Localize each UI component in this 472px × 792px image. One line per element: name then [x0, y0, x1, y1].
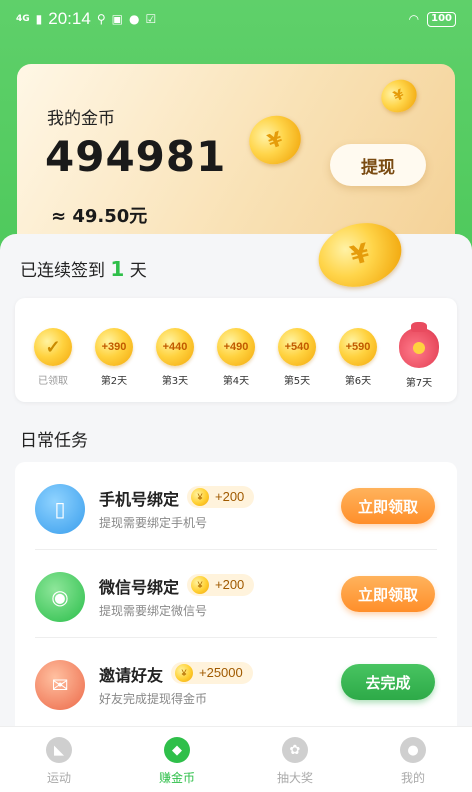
task-row: ✉ 邀请好友 ¥ +25000 好友完成提现得金币 去完成 — [15, 638, 457, 726]
nav-label: 赚金币 — [158, 771, 195, 785]
nav-item-lottery[interactable]: ✿ 抽大奖 — [236, 727, 354, 792]
claim-button[interactable]: 立即领取 — [341, 576, 435, 612]
checkin-day-label: 第2天 — [100, 376, 128, 387]
coin-icon: ¥ — [191, 488, 209, 506]
task-name: 微信号绑定 — [99, 578, 180, 597]
checkin-day-5[interactable]: +540 第5天 — [267, 328, 327, 387]
checkin-day-7[interactable]: 第7天 — [389, 322, 449, 389]
nav-item-earn-coins[interactable]: ◆ 赚金币 — [118, 727, 236, 792]
coin-icon: ¥ — [175, 664, 193, 682]
nav-label: 我的 — [400, 771, 425, 785]
coin-icon: ◆ — [164, 737, 190, 763]
checkin-day-2[interactable]: +390 第2天 — [84, 328, 144, 387]
app-notification-icon: ● — [128, 12, 140, 26]
coin-balance-card: 我的金币 494981 ≈ 49.50元 提现 ¥ ¥ — [17, 64, 455, 254]
sneaker-icon: ◣ — [46, 737, 72, 763]
check-icon: ☑ — [145, 12, 157, 26]
wechat-icon: ◉ — [35, 572, 85, 622]
status-time: 20:14 — [48, 9, 91, 28]
coin-icon: ¥ — [191, 576, 209, 594]
task-row: ▯ 手机号绑定 ¥ +200 提现需要绑定手机号 立即领取 — [15, 462, 457, 550]
nav-item-sports[interactable]: ◣ 运动 — [0, 727, 118, 792]
nav-item-profile[interactable]: ● 我的 — [354, 727, 472, 792]
task-name: 邀请好友 — [99, 666, 164, 685]
coin-icon: +490 — [217, 328, 255, 366]
task-row: ◉ 微信号绑定 ¥ +200 提现需要绑定微信号 立即领取 — [15, 550, 457, 638]
coin-icon: +540 — [278, 328, 316, 366]
profile-icon: ● — [400, 737, 426, 763]
task-description: 好友完成提现得金币 — [99, 692, 208, 706]
checkin-day-3[interactable]: +440 第3天 — [145, 328, 205, 387]
decorative-coin-icon: ¥ — [375, 73, 423, 119]
coin-icon: +390 — [95, 328, 133, 366]
task-name: 手机号绑定 — [99, 490, 180, 509]
checkin-day-label: 第7天 — [405, 378, 433, 389]
battery-icon: 100 — [427, 11, 456, 27]
daily-tasks-title: 日常任务 — [20, 431, 88, 451]
task-description: 提现需要绑定手机号 — [99, 516, 208, 530]
task-reward: ¥ +200 — [187, 486, 255, 508]
checkin-streak-count: 1 — [110, 257, 125, 281]
checkin-day-label: 第5天 — [283, 376, 311, 387]
daily-tasks-card: ▯ 手机号绑定 ¥ +200 提现需要绑定手机号 立即领取 ◉ 微信号绑定 ¥ +2… — [15, 462, 457, 742]
network-indicator: 4G — [16, 13, 30, 24]
task-reward: ¥ +25000 — [171, 662, 253, 684]
wifi-icon: ◠ — [408, 12, 420, 26]
checkin-title: 已连续签到 1 天 — [20, 257, 147, 281]
task-reward: ¥ +200 — [187, 574, 255, 596]
checkmark-coin-icon: ✓ — [34, 328, 72, 366]
coin-card-title: 我的金币 — [47, 109, 115, 129]
checkin-day-label: 第6天 — [344, 376, 372, 387]
gift-bag-icon — [399, 322, 439, 368]
coin-icon: +440 — [156, 328, 194, 366]
coin-balance: 494981 — [45, 132, 227, 181]
checkin-day-6[interactable]: +590 第6天 — [328, 328, 388, 387]
phone-icon: ▯ — [35, 484, 85, 534]
go-complete-button[interactable]: 去完成 — [341, 664, 435, 700]
checkin-day-4[interactable]: +490 第4天 — [206, 328, 266, 387]
checkin-day-1[interactable]: ✓ 已领取 — [23, 328, 83, 387]
withdraw-button[interactable]: 提现 — [330, 144, 426, 186]
nav-label: 抽大奖 — [276, 771, 313, 785]
status-bar: 4G ▮ 20:14 ⚲ ▣ ● ☑ ◠ 100 — [0, 0, 472, 38]
checkin-day-label: 第4天 — [222, 376, 250, 387]
checkin-day-label: 第3天 — [161, 376, 189, 387]
coin-icon: +590 — [339, 328, 377, 366]
decorative-coin-icon: ¥ — [242, 108, 308, 172]
checkin-day-label: 已领取 — [38, 376, 68, 387]
usb-icon: ⚲ — [96, 12, 106, 26]
claim-button[interactable]: 立即领取 — [341, 488, 435, 524]
bottom-nav: ◣ 运动 ◆ 赚金币 ✿ 抽大奖 ● 我的 — [0, 726, 472, 792]
invite-icon: ✉ — [35, 660, 85, 710]
task-description: 提现需要绑定微信号 — [99, 604, 208, 618]
notification-icon: ▣ — [111, 12, 123, 26]
coin-rmb-value: ≈ 49.50元 — [51, 206, 148, 227]
signal-icon: ▮ — [35, 12, 43, 26]
prize-icon: ✿ — [282, 737, 308, 763]
checkin-card: ✓ 已领取 +390 第2天 +440 第3天 +490 第4天 +540 第5… — [15, 298, 457, 402]
nav-label: 运动 — [46, 771, 71, 785]
